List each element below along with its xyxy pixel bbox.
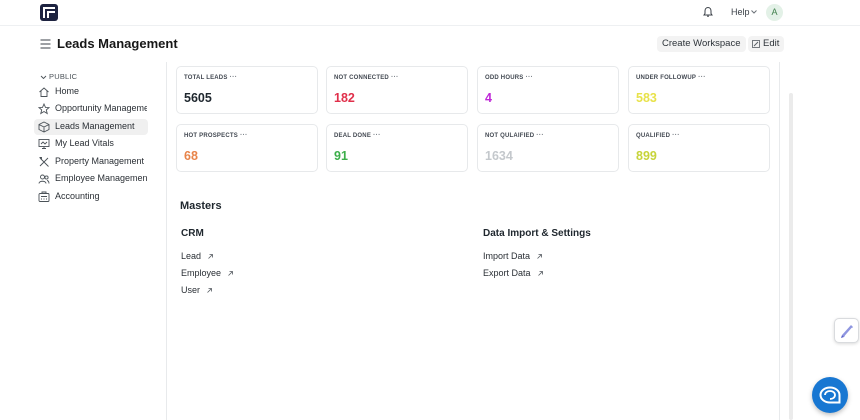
number-card-not-connected[interactable]: NOT CONNECTED ··· 182 [326,66,468,114]
number-card-hot-prospects[interactable]: HOT PROSPECTS ··· 68 [176,124,318,172]
number-card-total-leads[interactable]: TOTAL LEADS ··· 5605 [176,66,318,114]
chat-icon [819,386,841,404]
card-value: 68 [184,149,198,163]
main-content-panel [166,62,780,420]
sidebar-section-public[interactable]: PUBLIC [40,72,77,81]
sidebar-item-home[interactable]: Home [34,84,148,100]
sidebar-section-label: PUBLIC [49,72,78,81]
card-value: 182 [334,91,355,105]
external-link-icon [228,271,233,276]
sidebar-item-label: Home [55,86,80,96]
sidebar-item-label: Property Management [55,156,145,166]
number-card-odd-hours[interactable]: ODD HOURS ··· 4 [477,66,619,114]
number-card-deal-done[interactable]: DEAL DONE ··· 91 [326,124,468,172]
calculator-icon [38,191,50,202]
sidebar-item-label: My Lead Vitals [55,138,114,148]
sidebar-item-accounting[interactable]: Accounting [34,189,148,205]
crm-link-user[interactable]: User [181,285,213,295]
monitor-icon [38,139,50,149]
sidebar-item-opportunity-management[interactable]: Opportunity Management [34,101,148,117]
link-label: Import Data [483,251,531,261]
link-label: Export Data [483,268,531,278]
number-card-qualified[interactable]: QUALIFIED ··· 899 [628,124,770,172]
notification-bell-icon[interactable] [702,6,714,18]
data-link-import[interactable]: Import Data [483,251,543,261]
more-options-icon: ··· [525,74,534,81]
sidebar-item-label: Opportunity Management [55,103,147,113]
app-logo[interactable] [40,4,58,21]
card-value: 1634 [485,149,513,163]
number-card-under-followup[interactable]: UNDER FOLLOWUP ··· 583 [628,66,770,114]
card-value: 91 [334,149,348,163]
card-label: ODD HOURS ··· [485,74,534,81]
tools-icon [39,157,49,167]
masters-heading: Masters [180,200,222,212]
logo-mark-icon [43,7,55,18]
card-label: HOT PROSPECTS ··· [184,132,248,139]
sidebar-item-leads-management[interactable]: Leads Management [34,119,148,135]
sidebar-item-property-management[interactable]: Property Management [34,154,148,170]
edit-button-label: Edit [763,38,780,49]
help-menu[interactable]: Help [731,7,750,17]
more-options-icon: ··· [390,74,399,81]
edit-button[interactable]: Edit [748,36,785,52]
sidebar-item-label: Leads Management [55,121,135,131]
link-label: Employee [181,268,222,278]
card-label: NOT QULAIFIED ··· [485,132,544,139]
create-workspace-button[interactable]: Create Workspace [657,36,746,52]
chevron-down-icon[interactable] [750,8,758,16]
more-options-icon: ··· [698,74,706,81]
sidebar-item-employee-management[interactable]: Employee Management [34,171,148,187]
sidebar-item-label: Employee Management [55,173,147,183]
external-link-icon [208,254,213,259]
page-title: Leads Management [57,36,178,51]
users-icon [38,174,50,184]
chevron-down-icon [40,75,47,79]
external-link-icon [537,254,542,259]
card-value: 583 [636,91,657,105]
card-value: 5605 [184,91,212,105]
floating-tool-button[interactable] [834,318,859,343]
card-label: QUALIFIED ··· [636,132,680,139]
sidebar-item-label: Accounting [55,191,100,201]
user-avatar[interactable]: A [766,4,783,21]
sidebar-item-my-lead-vitals[interactable]: My Lead Vitals [34,136,148,152]
card-value: 899 [636,149,657,163]
chat-support-button[interactable] [812,377,848,413]
crm-link-employee[interactable]: Employee [181,268,234,278]
card-label: DEAL DONE ··· [334,132,381,139]
data-import-heading: Data Import & Settings [483,228,591,239]
more-options-icon: ··· [672,132,680,139]
crm-link-lead[interactable]: Lead [181,251,214,261]
external-link-icon [537,271,543,276]
crm-heading: CRM [181,228,204,239]
more-options-icon: ··· [373,132,381,139]
external-link-icon [207,288,212,293]
top-navbar: Help A [0,0,860,26]
home-icon [39,87,49,97]
more-options-icon: ··· [229,74,238,81]
card-label: NOT CONNECTED ··· [334,74,399,81]
box-icon [38,121,50,133]
card-label: TOTAL LEADS ··· [184,74,238,81]
card-label: UNDER FOLLOWUP ··· [636,74,706,81]
card-value: 4 [485,91,492,105]
pencil-stack-icon [841,325,853,338]
star-icon [38,103,50,115]
number-card-not-qualified[interactable]: NOT QULAIFIED ··· 1634 [477,124,619,172]
hamburger-menu-icon[interactable] [40,39,51,49]
edit-icon [752,40,760,48]
scrollbar[interactable] [789,93,793,420]
link-label: User [181,285,201,295]
data-link-export[interactable]: Export Data [483,268,544,278]
more-options-icon: ··· [536,132,544,139]
link-label: Lead [181,251,202,261]
more-options-icon: ··· [239,132,248,139]
